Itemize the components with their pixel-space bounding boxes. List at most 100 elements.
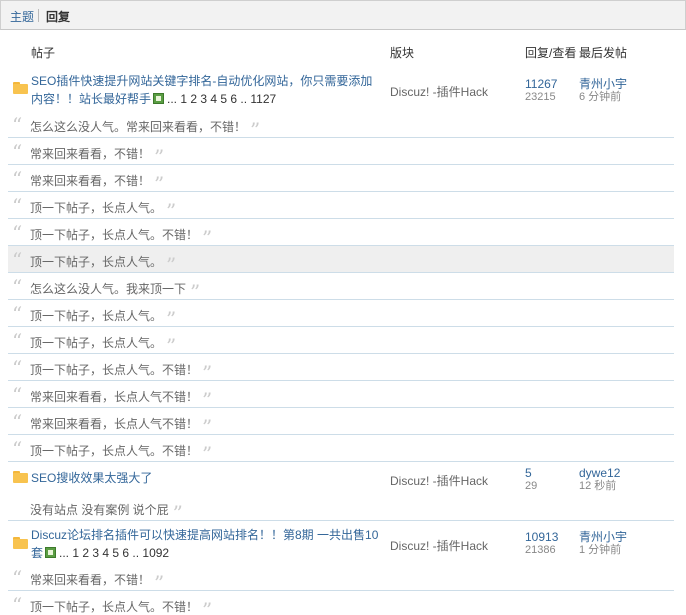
thread-forum[interactable]: Discuz! -插件Hack	[390, 472, 488, 489]
tab-topics[interactable]: 主题	[10, 8, 34, 25]
image-attachment-icon	[45, 547, 57, 558]
reply-item[interactable]: “ 常来回来看看，长点人气不错！”	[8, 408, 674, 439]
reply-text: 没有站点 没有案例 说个屁	[30, 503, 169, 517]
last-post-user[interactable]: dywe12	[579, 467, 620, 480]
last-post-user[interactable]: 青州小宇	[579, 531, 627, 544]
header-forum: 版块	[390, 46, 415, 60]
thread-row: Discuz论坛排名插件可以快速提高网站排名！！第8期 一共出售10套... 1…	[8, 524, 674, 564]
pagination[interactable]: ... 1 2 3 4 5 6 .. 1127	[167, 92, 276, 106]
thread-forum[interactable]: Discuz! -插件Hack	[390, 537, 488, 554]
reply-text: 常来回来看看，不错！	[30, 147, 151, 161]
reply-item[interactable]: “ 常来回来看看，不错！”	[8, 165, 674, 196]
quote-close-icon: ”	[202, 442, 213, 466]
reply-text: 顶一下帖子，长点人气。不错！	[30, 228, 199, 242]
last-post-time: 1 分钟前	[579, 544, 622, 556]
reply-text: 顶一下帖子，长点人气。不错！	[30, 444, 199, 458]
reply-text: 顶一下帖子，长点人气。	[30, 336, 163, 350]
header-counts: 回复/查看	[525, 46, 577, 60]
quote-open-icon: “	[12, 356, 23, 380]
folder-icon	[13, 537, 28, 549]
thread-counts: 5 29	[525, 467, 538, 493]
reply-item-highlighted[interactable]: “ 顶一下帖子，长点人气。”	[8, 246, 674, 277]
reply-item[interactable]: “ 常来回来看看，长点人气不错！”	[8, 381, 674, 412]
reply-text: 顶一下帖子，长点人气。不错！	[30, 363, 199, 377]
last-post-time: 12 秒前	[579, 480, 617, 492]
tab-replies[interactable]: 回复	[46, 8, 70, 25]
view-count: 23215	[525, 91, 556, 103]
reply-text: 顶一下帖子，长点人气。不错！	[30, 600, 199, 614]
quote-close-icon: ”	[166, 253, 177, 277]
reply-item[interactable]: “ 常来回来看看，不错！”	[8, 138, 674, 169]
quote-open-icon: “	[12, 593, 23, 615]
reply-item[interactable]: “ 顶一下帖子，长点人气。不错！”	[8, 591, 674, 615]
reply-item[interactable]: “ 顶一下帖子，长点人气。”	[8, 300, 674, 331]
reply-item[interactable]: “ 顶一下帖子，长点人气。”	[8, 192, 674, 223]
thread-title-block: SEO搜收效果太强大了	[31, 469, 381, 487]
reply-item[interactable]: “ 顶一下帖子，长点人气。不错！”	[8, 435, 674, 466]
folder-icon	[13, 471, 28, 483]
reply-item[interactable]: 没有站点 没有案例 说个屁”	[8, 494, 674, 525]
reply-item[interactable]: “ 顶一下帖子，长点人气。不错！”	[8, 354, 674, 385]
reply-text: 常来回来看看，不错！	[30, 174, 151, 188]
thread-row: SEO搜收效果太强大了 Discuz! -插件Hack 5 29 dywe12 …	[8, 463, 674, 493]
reply-count[interactable]: 5	[525, 467, 537, 480]
thread-title-block: Discuz论坛排名插件可以快速提高网站排名！！第8期 一共出售10套... 1…	[31, 526, 381, 562]
reply-count[interactable]: 11267	[525, 78, 557, 91]
reply-item[interactable]: “ 怎么这么没人气。常来回来看看，不错！”	[8, 111, 674, 142]
view-count: 21386	[525, 544, 556, 556]
thread-last-post: 青州小宇 1 分钟前	[579, 531, 627, 557]
quote-close-icon: ”	[166, 199, 177, 223]
quote-close-icon: ”	[154, 571, 165, 595]
thread-counts: 10913 21386	[525, 531, 558, 557]
pagination[interactable]: ... 1 2 3 4 5 6 .. 1092	[59, 546, 169, 560]
quote-open-icon: “	[12, 194, 23, 218]
quote-close-icon: ”	[202, 415, 213, 439]
quote-close-icon: ”	[154, 145, 165, 169]
header-post: 帖子	[31, 46, 56, 60]
header-last-post: 最后发帖	[579, 46, 628, 60]
reply-item[interactable]: “ 顶一下帖子，长点人气。不错！”	[8, 219, 674, 250]
quote-open-icon: “	[12, 140, 23, 164]
quote-close-icon: ”	[202, 361, 213, 385]
quote-close-icon: ”	[166, 307, 177, 331]
quote-open-icon: “	[12, 566, 23, 590]
thread-last-post: 青州小宇 6 分钟前	[579, 78, 627, 104]
thread-counts: 11267 23215	[525, 78, 557, 104]
quote-open-icon: “	[12, 248, 23, 272]
quote-open-icon: “	[12, 113, 23, 137]
thread-forum[interactable]: Discuz! -插件Hack	[390, 83, 488, 100]
quote-open-icon: “	[12, 410, 23, 434]
quote-open-icon: “	[12, 383, 23, 407]
last-post-time: 6 分钟前	[579, 91, 622, 103]
view-count: 29	[525, 480, 538, 492]
quote-close-icon: ”	[190, 280, 201, 304]
quote-close-icon: ”	[250, 118, 261, 142]
quote-open-icon: “	[12, 329, 23, 353]
reply-item[interactable]: “ 怎么这么没人气。我来顶一下”	[8, 273, 674, 304]
last-post-user[interactable]: 青州小宇	[579, 78, 627, 91]
thread-title[interactable]: SEO搜收效果太强大了	[31, 471, 152, 485]
quote-open-icon: “	[12, 167, 23, 191]
quote-close-icon: ”	[154, 172, 165, 196]
thread-title-block: SEO插件快速提升网站关键字排名-自动优化网站，你只需要添加内容！！站长最好帮手…	[31, 72, 381, 108]
reply-text: 常来回来看看，不错！	[30, 573, 151, 587]
quote-open-icon: “	[12, 275, 23, 299]
quote-open-icon: “	[12, 437, 23, 461]
quote-close-icon: ”	[202, 388, 213, 412]
quote-close-icon: ”	[166, 334, 177, 358]
reply-item[interactable]: “ 常来回来看看，不错！”	[8, 564, 674, 595]
reply-text: 顶一下帖子，长点人气。	[30, 309, 163, 323]
thread-row: SEO插件快速提升网站关键字排名-自动优化网站，你只需要添加内容！！站长最好帮手…	[8, 72, 674, 112]
reply-count[interactable]: 10913	[525, 531, 558, 544]
folder-icon	[13, 82, 28, 94]
quote-close-icon: ”	[172, 501, 183, 525]
reply-item[interactable]: “ 顶一下帖子，长点人气。”	[8, 327, 674, 358]
quote-close-icon: ”	[202, 226, 213, 250]
quote-open-icon: “	[12, 221, 23, 245]
image-attachment-icon	[153, 93, 165, 104]
reply-text: 顶一下帖子，长点人气。	[30, 201, 163, 215]
tab-bar: 主题 回复	[0, 0, 686, 30]
quote-close-icon: ”	[202, 598, 213, 615]
quote-open-icon: “	[12, 302, 23, 326]
reply-text: 怎么这么没人气。常来回来看看，不错！	[30, 120, 247, 134]
